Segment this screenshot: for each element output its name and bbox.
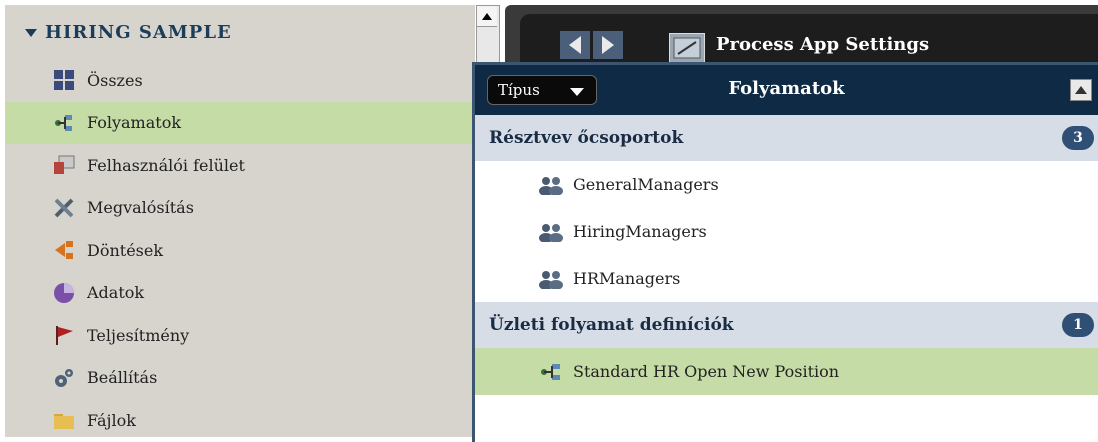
arrow-right-icon <box>602 36 614 54</box>
grid-icon <box>53 69 75 91</box>
nav-item-folyamatok[interactable]: Folyamatok <box>5 101 475 144</box>
back-button[interactable] <box>560 31 590 59</box>
nav-item-adatok[interactable]: Adatok <box>5 272 475 315</box>
nav-item-fajlok[interactable]: Fájlok <box>5 399 475 442</box>
nav-item-osszes[interactable]: Összes <box>5 59 475 102</box>
process-icon <box>53 112 75 134</box>
list-item[interactable]: HRManagers <box>475 255 1098 302</box>
panel-title: Folyamatok <box>728 78 845 99</box>
process-app-settings-icon[interactable] <box>669 33 705 63</box>
nav-item-teljesitmeny[interactable]: Teljesítmény <box>5 314 475 357</box>
library-title-text: HIRING SAMPLE <box>45 22 232 43</box>
nav-item-beallitas[interactable]: Beállítás <box>5 357 475 400</box>
group-icon <box>537 222 567 243</box>
process-icon <box>537 362 567 382</box>
nav-item-label: Beállítás <box>87 368 158 388</box>
nav-item-label: Folyamatok <box>87 113 182 133</box>
arrow-up-icon <box>1075 86 1087 94</box>
arrow-up-icon <box>482 12 492 20</box>
list-item-label: GeneralManagers <box>573 175 719 194</box>
list-item-label: Standard HR Open New Position <box>573 362 840 381</box>
count-badge: 1 <box>1062 313 1094 337</box>
flag-icon <box>53 324 75 346</box>
arrow-left-icon <box>569 36 581 54</box>
count-badge: 3 <box>1062 126 1094 150</box>
section-title: Résztvev őcsoportok <box>489 128 684 148</box>
library-sidebar: HIRING SAMPLE Összes Folyamatok Felhaszn… <box>5 5 475 437</box>
nav-item-label: Teljesítmény <box>87 325 190 345</box>
nav-item-label: Összes <box>87 70 143 90</box>
type-popup-panel: Típus Folyamatok Résztvev őcsoportok 3 G… <box>472 62 1098 442</box>
section-header-participant-groups[interactable]: Résztvev őcsoportok 3 <box>475 115 1098 161</box>
sidebar-scrollbar[interactable] <box>476 5 500 67</box>
list-item[interactable]: HiringManagers <box>475 208 1098 255</box>
tools-icon <box>53 197 75 219</box>
process-app-settings-tab[interactable]: Process App Settings <box>716 34 929 55</box>
collapse-triangle-icon[interactable] <box>25 28 37 37</box>
ui-icon <box>53 154 75 176</box>
library-title[interactable]: HIRING SAMPLE <box>25 22 232 43</box>
collapse-panel-button[interactable] <box>1070 79 1092 101</box>
panel-header: Típus Folyamatok <box>475 65 1098 115</box>
nav-item-dontesek[interactable]: Döntések <box>5 229 475 272</box>
gear-icon <box>53 367 75 389</box>
group-icon <box>537 175 567 196</box>
decision-icon <box>53 239 75 261</box>
forward-button[interactable] <box>593 31 623 59</box>
library-nav: Összes Folyamatok Felhasználói felület M… <box>5 59 475 442</box>
nav-item-label: Adatok <box>87 283 145 303</box>
nav-item-felhasznaloi-felulet[interactable]: Felhasználói felület <box>5 144 475 187</box>
list-item-label: HiringManagers <box>573 222 707 241</box>
nav-item-label: Felhasználói felület <box>87 155 245 175</box>
nav-item-label: Megvalósítás <box>87 198 194 218</box>
folder-icon <box>53 409 75 431</box>
nav-item-label: Döntések <box>87 240 164 260</box>
section-title: Üzleti folyamat definíciók <box>489 315 734 335</box>
nav-item-label: Fájlok <box>87 410 136 430</box>
nav-item-megvalositas[interactable]: Megvalósítás <box>5 187 475 230</box>
list-item[interactable]: Standard HR Open New Position <box>475 348 1098 395</box>
data-icon <box>53 282 75 304</box>
scroll-up-button[interactable] <box>477 6 497 27</box>
section-header-business-process-definitions[interactable]: Üzleti folyamat definíciók 1 <box>475 302 1098 348</box>
list-item-label: HRManagers <box>573 269 681 288</box>
group-icon <box>537 269 567 290</box>
list-item[interactable]: GeneralManagers <box>475 161 1098 208</box>
